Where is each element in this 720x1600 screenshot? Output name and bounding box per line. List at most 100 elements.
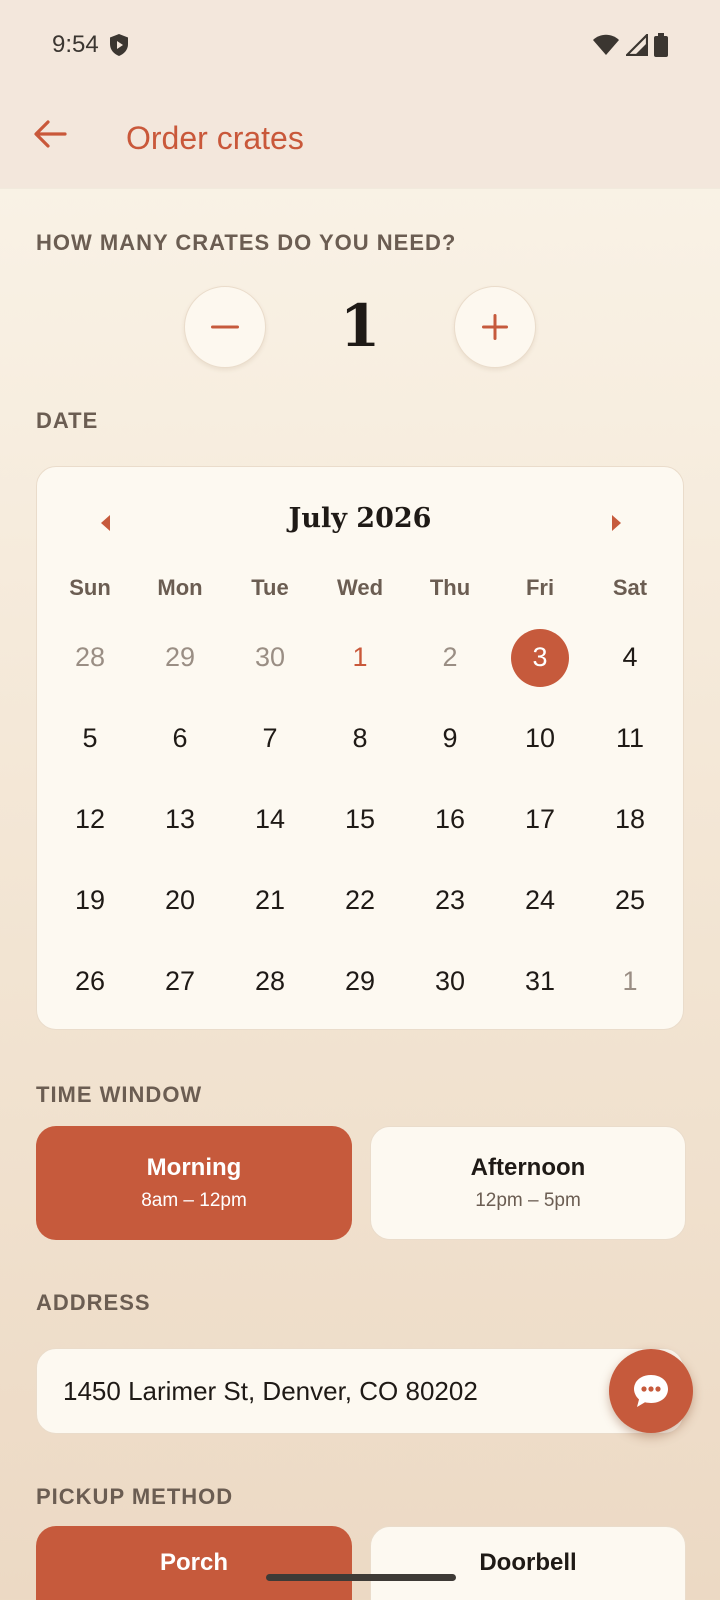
cellular-signal-icon: [626, 34, 648, 56]
pickup-method-label: PICKUP METHOD: [36, 1484, 234, 1509]
weekday-sat: Sat: [612, 575, 648, 600]
shield-play-icon: [110, 34, 128, 56]
calendar-day[interactable]: 7: [225, 698, 315, 779]
address-field[interactable]: 1450 Larimer St, Denver, CO 80202: [36, 1348, 684, 1434]
time-afternoon-title: Afternoon: [470, 1154, 586, 1181]
calendar-day-number: 6: [172, 723, 188, 753]
calendar-day-number: 21: [254, 885, 286, 915]
plus-icon: [482, 314, 508, 340]
battery-icon: [654, 33, 668, 57]
calendar-day-number: 27: [164, 966, 196, 996]
calendar-day[interactable]: 25: [585, 860, 675, 941]
calendar-day-number: 30: [434, 966, 466, 996]
calendar-day[interactable]: 8: [315, 698, 405, 779]
status-time: 9:54: [52, 31, 99, 58]
calendar-day[interactable]: 12: [45, 779, 135, 860]
calendar-day[interactable]: 21: [225, 860, 315, 941]
weekday-wed: Wed: [336, 575, 384, 600]
calendar-day[interactable]: 1: [315, 617, 405, 698]
time-afternoon-option[interactable]: Afternoon 12pm – 5pm: [370, 1126, 686, 1240]
wifi-icon: [593, 34, 619, 55]
next-month-button[interactable]: [597, 503, 637, 543]
home-indicator[interactable]: [266, 1574, 456, 1581]
address-label: ADDRESS: [36, 1290, 151, 1315]
weekday-thu: Thu: [429, 575, 471, 600]
calendar-day[interactable]: 19: [45, 860, 135, 941]
calendar-day[interactable]: 22: [315, 860, 405, 941]
calendar-day-number: 10: [524, 723, 556, 753]
calendar-day[interactable]: 15: [315, 779, 405, 860]
decrement-button[interactable]: [184, 286, 266, 368]
calendar-day-number: 2: [442, 642, 458, 672]
calendar-day-number: 8: [352, 723, 368, 753]
calendar-day[interactable]: 16: [405, 779, 495, 860]
quantity-label: HOW MANY CRATES DO YOU NEED?: [36, 230, 457, 255]
pickup-doorbell-option[interactable]: Doorbell: [370, 1526, 686, 1600]
calendar-day-selected[interactable]: 3: [495, 617, 585, 698]
calendar-day-number: 25: [614, 885, 646, 915]
calendar-day[interactable]: 5: [45, 698, 135, 779]
calendar-day[interactable]: 11: [585, 698, 675, 779]
calendar-day[interactable]: 4: [585, 617, 675, 698]
calendar-day-number: 11: [615, 723, 645, 753]
status-icons: [592, 33, 668, 57]
calendar-day[interactable]: 2: [405, 617, 495, 698]
calendar-day[interactable]: 28: [45, 617, 135, 698]
calendar-day-number: 14: [254, 804, 286, 834]
calendar-day[interactable]: 30: [225, 617, 315, 698]
calendar-day-number: 26: [74, 966, 106, 996]
pickup-porch-title: Porch: [159, 1549, 228, 1576]
calendar-day[interactable]: 9: [405, 698, 495, 779]
calendar-day[interactable]: 17: [495, 779, 585, 860]
weekday-tue: Tue: [251, 575, 289, 600]
calendar-day-number: 13: [164, 804, 196, 834]
calendar-day-number: 4: [622, 642, 638, 672]
calendar-day[interactable]: 20: [135, 860, 225, 941]
calendar-day[interactable]: 28: [225, 941, 315, 1022]
increment-button[interactable]: [454, 286, 536, 368]
calendar-day[interactable]: 13: [135, 779, 225, 860]
calendar: July 2026 Sun Mon Tue Wed Thu Fri Sat 28 29 30 1 2…: [36, 466, 684, 1030]
calendar-day[interactable]: 31: [495, 941, 585, 1022]
calendar-day[interactable]: 30: [405, 941, 495, 1022]
time-morning-range: 8am – 12pm: [141, 1190, 247, 1211]
chevron-right-icon: [612, 515, 621, 531]
calendar-day-number: 22: [344, 885, 376, 915]
calendar-day-number: 28: [74, 642, 106, 672]
calendar-day-number: 17: [524, 804, 556, 834]
calendar-day[interactable]: 18: [585, 779, 675, 860]
calendar-day-number: 7: [262, 723, 278, 753]
back-button[interactable]: [28, 112, 72, 156]
minus-icon: [211, 325, 239, 329]
time-morning-title: Morning: [146, 1154, 242, 1181]
calendar-day[interactable]: 14: [225, 779, 315, 860]
calendar-day[interactable]: 27: [135, 941, 225, 1022]
calendar-day[interactable]: 1: [585, 941, 675, 1022]
calendar-day-number: 18: [614, 804, 646, 834]
calendar-day-number: 23: [434, 885, 466, 915]
calendar-day[interactable]: 23: [405, 860, 495, 941]
calendar-day[interactable]: 6: [135, 698, 225, 779]
calendar-day[interactable]: 29: [135, 617, 225, 698]
calendar-day-number: 20: [164, 885, 196, 915]
time-window-label: TIME WINDOW: [36, 1082, 203, 1107]
calendar-day-number: 1: [352, 642, 368, 672]
calendar-day[interactable]: 24: [495, 860, 585, 941]
pickup-porch-option[interactable]: Porch: [36, 1526, 352, 1600]
time-morning-option[interactable]: Morning 8am – 12pm: [36, 1126, 352, 1240]
calendar-day[interactable]: 10: [495, 698, 585, 779]
calendar-day[interactable]: 29: [315, 941, 405, 1022]
calendar-month: July 2026: [288, 503, 432, 534]
weekday-header: Sun Mon Tue Wed Thu Fri Sat: [37, 575, 683, 601]
calendar-day-number: 5: [82, 723, 98, 753]
calendar-day-number: 29: [344, 966, 376, 996]
chat-button[interactable]: [609, 1349, 693, 1433]
time-afternoon-range: 12pm – 5pm: [475, 1190, 581, 1211]
calendar-day[interactable]: 26: [45, 941, 135, 1022]
calendar-day-number: 28: [254, 966, 286, 996]
quantity-value: 1: [339, 292, 381, 360]
calendar-day-number: 30: [254, 642, 286, 672]
arrow-left-icon: [34, 120, 67, 148]
calendar-day-number: 15: [344, 804, 376, 834]
date-label: DATE: [36, 408, 99, 433]
